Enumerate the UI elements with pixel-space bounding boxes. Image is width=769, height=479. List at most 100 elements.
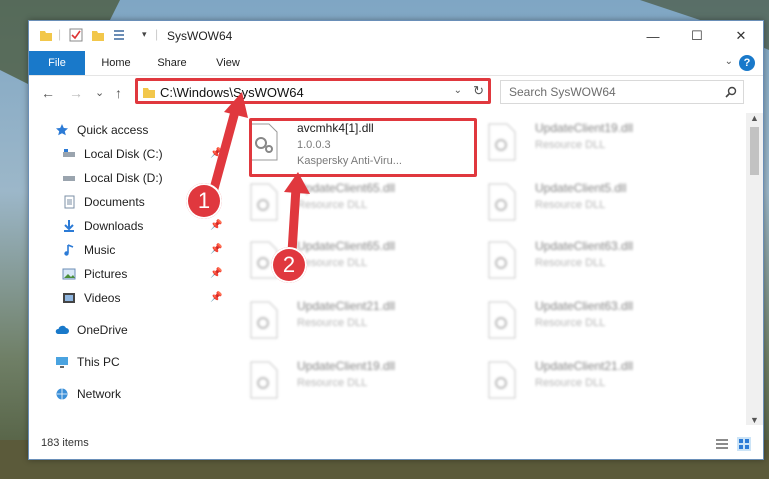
scroll-down-icon[interactable]: ▼ [750,415,759,425]
dll-file-icon [488,241,516,279]
tab-file[interactable]: File [29,51,85,75]
file-item[interactable]: UpdateClient21.dll Resource DLL [229,297,449,353]
sidebar-item-label: Downloads [84,219,144,233]
file-item[interactable]: UpdateClient19.dll Resource DLL [229,357,449,413]
dll-file-icon [250,361,278,399]
download-icon [64,220,74,232]
documents-icon [64,195,75,209]
tab-view[interactable]: View [203,51,253,75]
file-description: Resource DLL [535,139,606,151]
sidebar-item-label: Music [84,243,116,257]
file-name: UpdateClient19.dll [297,359,396,373]
up-button[interactable]: ↑ [115,85,122,101]
file-name: UpdateClient21.dll [535,359,634,373]
vertical-scrollbar[interactable]: ▲ ▼ [746,113,763,425]
pin-icon: 📌 [210,244,223,255]
dll-file-icon [250,301,278,339]
sidebar-item-label: Quick access [77,123,149,137]
file-item[interactable]: UpdateClient65.dll Resource DLL [229,237,449,293]
file-description: Resource DLL [535,317,606,329]
sidebar-item-label: Documents [84,195,145,209]
status-bar: 183 items [29,429,763,459]
file-item[interactable]: UpdateClient21.dll Resource DLL [467,357,687,413]
file-description: Resource DLL [535,199,606,211]
expand-ribbon-icon[interactable]: ⌄ [725,56,733,67]
back-button[interactable]: ← [41,85,55,101]
dll-file-icon [488,123,516,161]
dll-file-icon [488,301,516,339]
minimize-button[interactable]: — [631,21,675,51]
sidebar-item-videos[interactable]: Videos 📌 [62,287,256,309]
dll-file-icon [250,183,278,221]
scrollbar-thumb[interactable] [750,127,759,175]
dll-file-icon [488,183,516,221]
navigation-bar: ← → ⌄ ↑ C:\Windows\SysWOW64 ⌄ ↻ Search S… [29,76,763,110]
search-icon [725,86,737,98]
sidebar-item-local-disk-c[interactable]: Local Disk (C:) 📌 [62,143,256,165]
maximize-button[interactable]: ☐ [675,21,719,51]
quick-access-dropdown-icon[interactable]: ▾ [142,29,147,40]
sidebar-item-label: Pictures [84,267,128,281]
tiles-view-icon[interactable] [737,437,751,451]
file-description: Resource DLL [535,257,606,269]
drive-icon [63,176,75,181]
search-placeholder: Search SysWOW64 [509,85,616,99]
pin-icon: 📌 [210,292,223,303]
file-explorer-window: | ▾ | SysWOW64 — ☐ ✕ File Home Share Vie… [28,20,764,460]
sidebar-item-label: OneDrive [77,323,128,337]
cloud-icon [55,325,69,334]
sidebar-item-label: This PC [77,355,120,369]
file-name: UpdateClient19.dll [535,121,634,135]
file-item[interactable]: UpdateClient5.dll Resource DLL [467,179,687,235]
recent-locations-button[interactable]: ⌄ [95,86,104,99]
folder-icon [40,31,52,41]
forward-button[interactable]: → [69,85,83,101]
sidebar-item-downloads[interactable]: Downloads 📌 [62,215,256,237]
pin-icon: 📌 [210,268,223,279]
file-description: Resource DLL [535,377,606,389]
pictures-icon [62,268,76,280]
file-highlight-box [249,118,477,177]
file-item[interactable]: UpdateClient63.dll Resource DLL [467,297,687,353]
computer-icon [56,357,68,368]
file-description: Resource DLL [297,317,368,329]
window-title: SysWOW64 [167,29,233,43]
file-item[interactable]: UpdateClient65.dll Resource DLL [229,179,449,235]
file-item[interactable]: UpdateClient63.dll Resource DLL [467,237,687,293]
details-view-icon[interactable] [715,438,729,450]
new-folder-icon[interactable] [91,28,105,42]
sidebar-item-label: Videos [84,291,121,305]
file-description: Resource DLL [297,377,368,389]
file-name: UpdateClient21.dll [297,299,396,313]
scroll-up-icon[interactable]: ▲ [750,113,759,123]
file-name: UpdateClient65.dll [297,239,396,253]
sidebar-item-label: Local Disk (D:) [84,171,163,185]
star-icon [56,124,68,136]
videos-icon [63,293,75,303]
file-name: UpdateClient63.dll [535,239,634,253]
tab-home[interactable]: Home [91,51,141,75]
file-name: UpdateClient63.dll [535,299,634,313]
sidebar-item-pictures[interactable]: Pictures 📌 [62,263,256,285]
file-name: UpdateClient5.dll [535,181,627,195]
tab-share[interactable]: Share [147,51,197,75]
music-icon [64,244,74,256]
search-input[interactable]: Search SysWOW64 [500,80,744,104]
title-bar: | ▾ | SysWOW64 — ☐ ✕ [29,21,763,51]
sidebar-item-music[interactable]: Music 📌 [62,239,256,261]
file-item[interactable]: UpdateClient19.dll Resource DLL [467,119,687,175]
close-button[interactable]: ✕ [719,21,763,51]
help-button[interactable]: ? [739,55,755,71]
address-highlight-box [135,78,491,104]
item-count: 183 items [41,437,89,449]
sidebar-item-label: Local Disk (C:) [84,147,163,161]
navigation-pane: Quick access Local Disk (C:) 📌 Local Dis… [29,117,223,459]
customize-toolbar-icon[interactable] [113,28,127,42]
callout-step-2: 2 [271,247,307,283]
file-description: Resource DLL [297,199,368,211]
sidebar-item-documents[interactable]: Documents 📌 [62,191,256,213]
network-icon [56,388,68,400]
pin-icon: 📌 [210,220,223,231]
pin-icon: 📌 [210,148,223,159]
properties-icon[interactable] [69,28,83,42]
